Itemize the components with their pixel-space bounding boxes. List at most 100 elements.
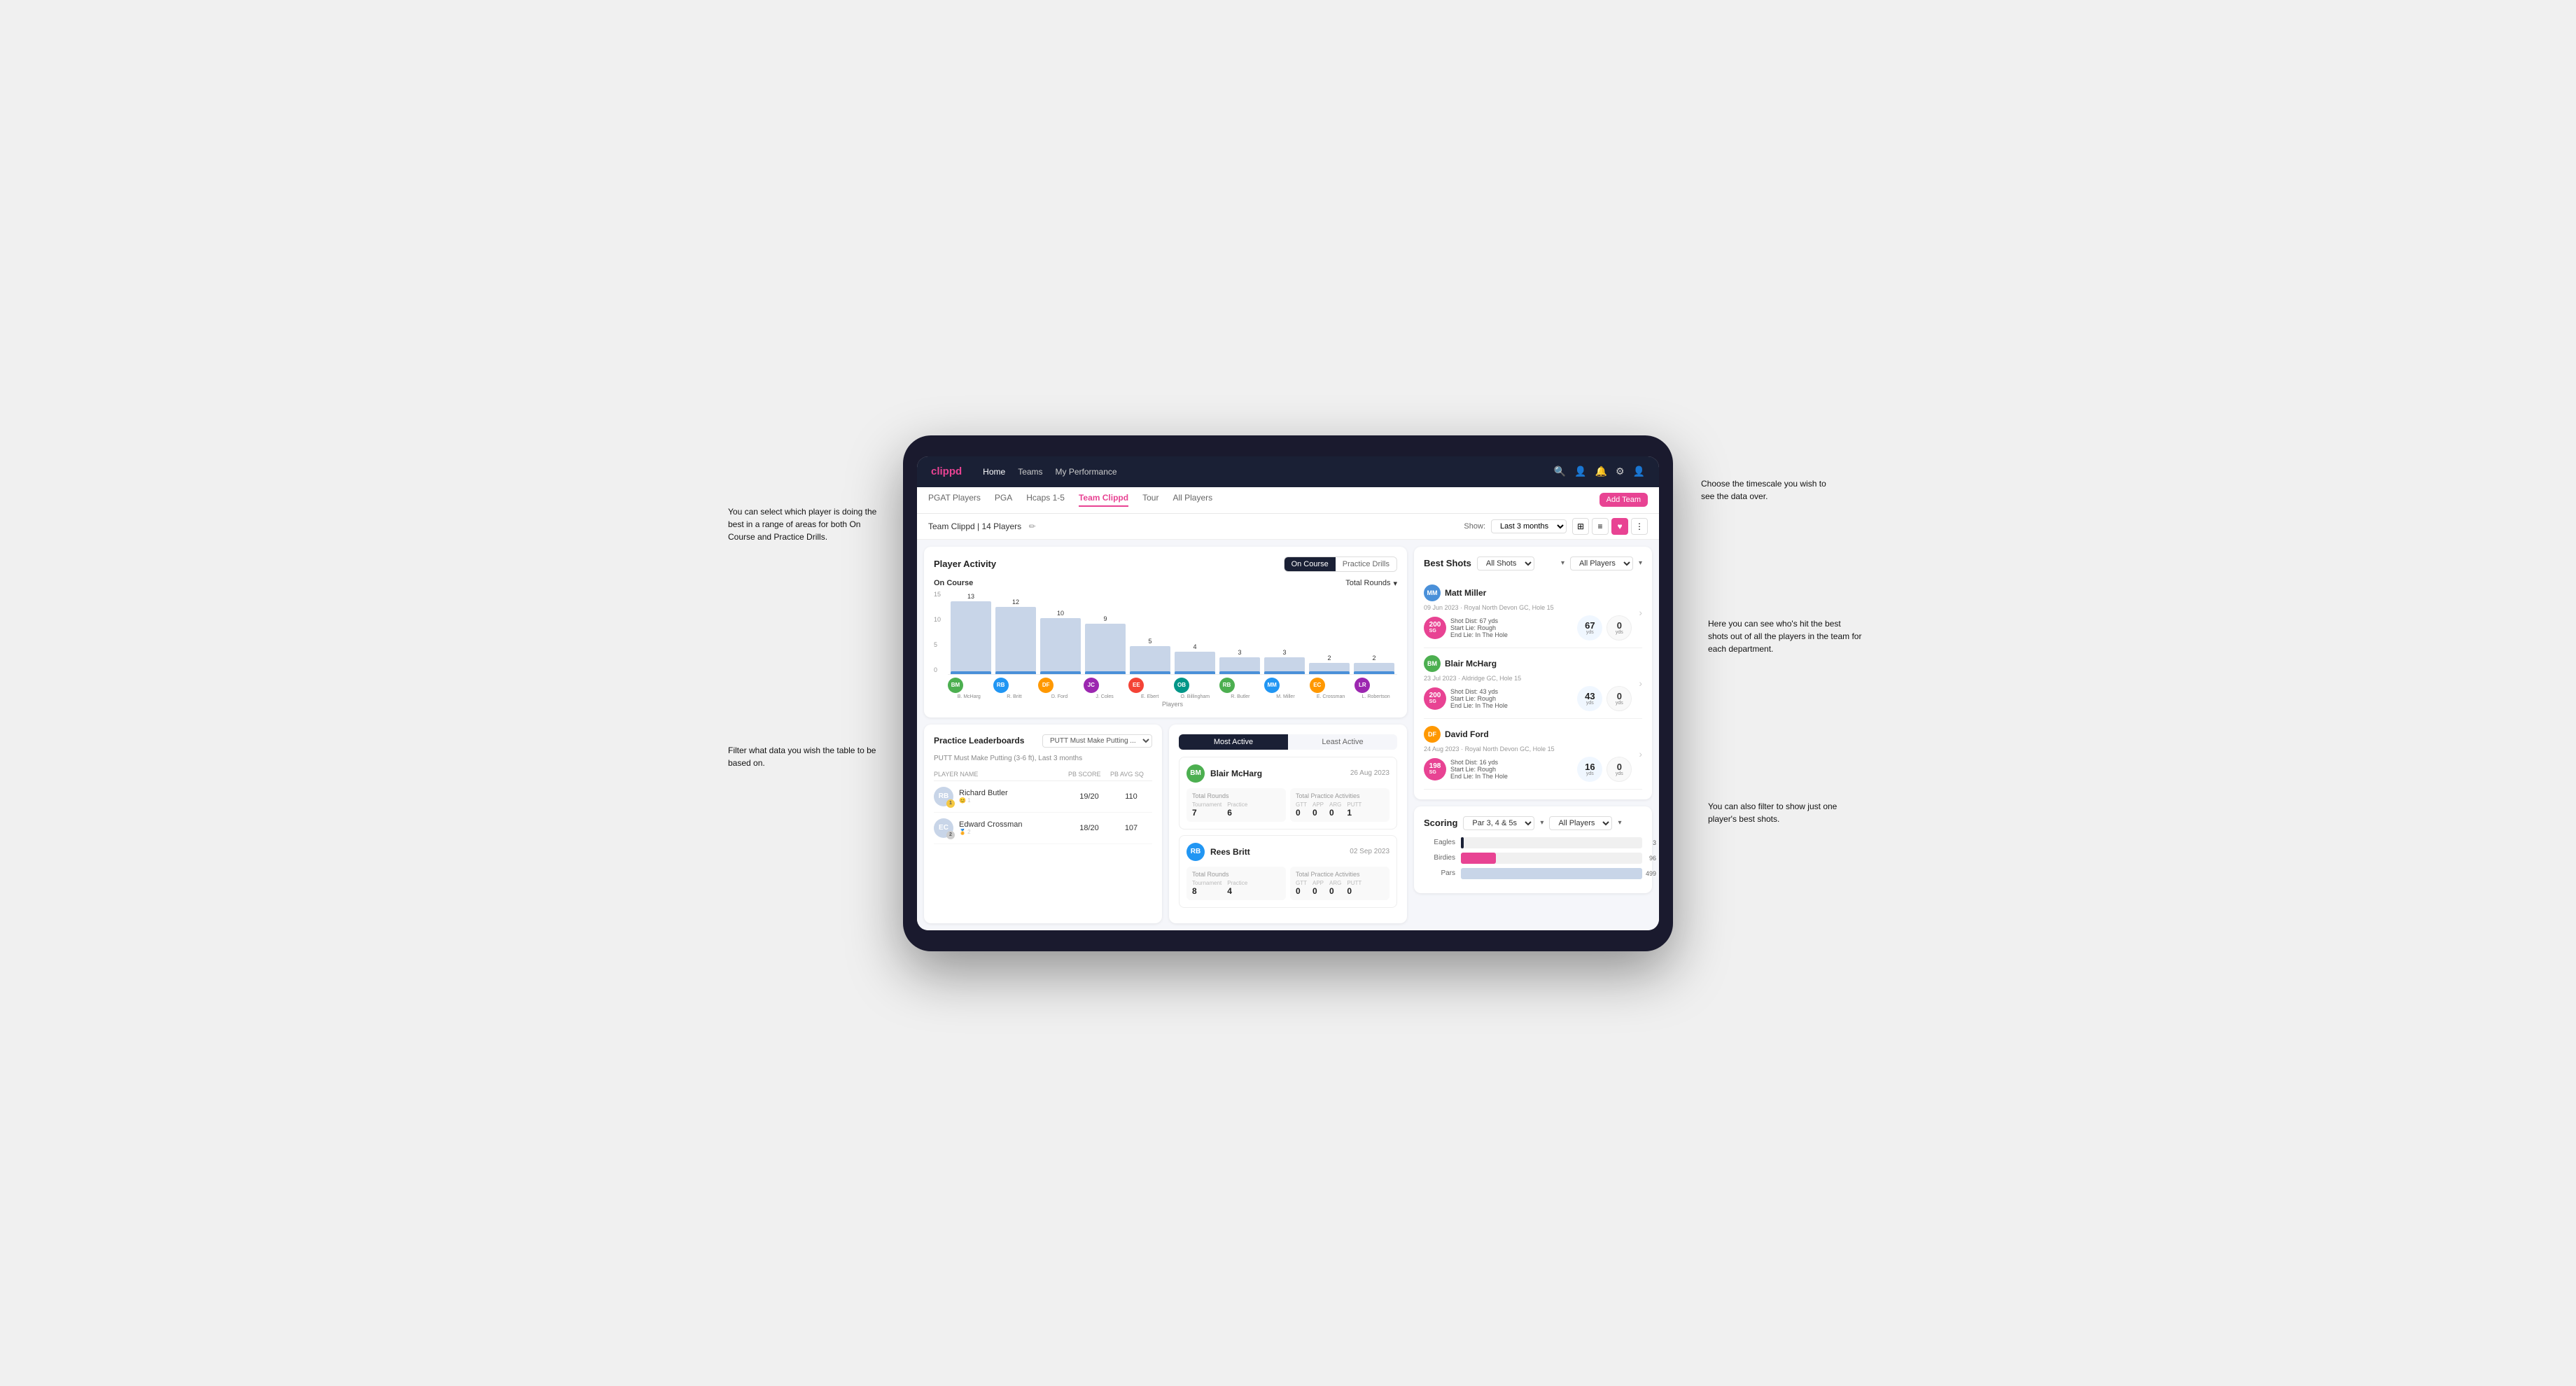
- time-filter-dropdown[interactable]: Last 3 months: [1491, 519, 1567, 533]
- nav-my-performance[interactable]: My Performance: [1056, 467, 1117, 477]
- stat-practice-activities-mcharg: Total Practice Activities GTT 0 APP: [1290, 788, 1390, 822]
- shot-location-miller: 09 Jun 2023 · Royal North Devon GC, Hole…: [1424, 604, 1632, 611]
- all-shots-label: ▾: [1561, 559, 1564, 567]
- shot-name-mcharg: Blair McHarg: [1445, 659, 1497, 668]
- profile-icon[interactable]: 👤: [1633, 465, 1645, 477]
- shot-location-mcharg: 23 Jul 2023 · Aldridge GC, Hole 15: [1424, 675, 1632, 682]
- lb-avatar-crossman: EC 2: [934, 818, 953, 838]
- stat-total-rounds-mcharg: Total Rounds Tournament 7 Practice: [1186, 788, 1286, 822]
- bar-robertson: [1354, 663, 1394, 674]
- shot-metrics-ford: 16 yds 0 yds: [1577, 757, 1632, 782]
- activity-date-britt: 02 Sep 2023: [1350, 848, 1390, 855]
- top-nav: clippd Home Teams My Performance 🔍 👤 🔔 ⚙…: [917, 456, 1659, 487]
- activity-toggle: Most Active Least Active: [1179, 734, 1397, 750]
- scoring-label-pars: Pars: [1424, 869, 1455, 877]
- activity-avatar-britt: RB: [1186, 843, 1205, 861]
- practice-drills-toggle[interactable]: Practice Drills: [1336, 557, 1396, 571]
- bar-group-robertson: 2: [1354, 654, 1394, 674]
- bar-name-coles: JC J. Coles: [1084, 678, 1126, 699]
- bar-group-miller: 3: [1264, 649, 1305, 674]
- col-player-name: PLAYER NAME: [934, 771, 1068, 778]
- settings-icon[interactable]: ⚙: [1616, 465, 1625, 477]
- left-column: Player Activity On Course Practice Drill…: [924, 547, 1407, 923]
- scoring-bar-container-eagles: 3: [1461, 837, 1642, 848]
- search-icon[interactable]: 🔍: [1554, 465, 1566, 477]
- tab-tour[interactable]: Tour: [1142, 493, 1158, 507]
- bar-group-butler: 3: [1219, 649, 1260, 674]
- activity-player-britt: RB Rees Britt 02 Sep 2023 Total Rounds: [1179, 835, 1397, 908]
- scoring-par-dropdown[interactable]: Par 3, 4 & 5s: [1463, 816, 1534, 830]
- bar-butler: [1219, 657, 1260, 674]
- shot-avatar-ford: DF: [1424, 726, 1441, 743]
- shot-dist-info-mcharg: Shot Dist: 43 yds Start Lie: Rough End L…: [1450, 688, 1508, 709]
- activity-name-britt: Rees Britt: [1210, 847, 1250, 857]
- activity-stats-mcharg: Total Rounds Tournament 7 Practice: [1186, 788, 1390, 822]
- bar-group-ebert: 5: [1130, 638, 1170, 674]
- list-view-btn[interactable]: ≡: [1592, 518, 1609, 535]
- leaderboard-dropdown[interactable]: PUTT Must Make Putting ...: [1042, 734, 1152, 748]
- nav-teams[interactable]: Teams: [1018, 467, 1042, 477]
- player-activity-header: Player Activity On Course Practice Drill…: [934, 556, 1397, 572]
- leaderboard-header: Practice Leaderboards PUTT Must Make Put…: [934, 734, 1152, 748]
- lb-player-butler: RB 1 Richard Butler 😊 1: [934, 787, 1068, 806]
- shot-chevron-miller[interactable]: ›: [1639, 607, 1642, 618]
- on-course-toggle[interactable]: On Course: [1284, 557, 1336, 571]
- person-icon[interactable]: 👤: [1574, 465, 1586, 477]
- players-filter-dropdown[interactable]: All Players: [1570, 556, 1633, 570]
- bar-group-mcharg: 13: [951, 593, 991, 674]
- grid-view-btn[interactable]: ⊞: [1572, 518, 1589, 535]
- bar-name-miller: MM M. Miller: [1264, 678, 1307, 699]
- heart-view-btn[interactable]: ♥: [1611, 518, 1628, 535]
- scoring-players-dropdown[interactable]: All Players: [1549, 816, 1612, 830]
- shots-filter-dropdown[interactable]: All Shots: [1477, 556, 1534, 570]
- activity-avatar-mcharg: BM: [1186, 764, 1205, 783]
- shot-row-mcharg: BM Blair McHarg 23 Jul 2023 · Aldridge G…: [1424, 648, 1642, 719]
- tab-team-clippd[interactable]: Team Clippd: [1079, 493, 1128, 507]
- shot-metric-yds-ford: 16 yds: [1577, 757, 1602, 782]
- scoring-card: Scoring Par 3, 4 & 5s ▾ All Players ▾: [1414, 806, 1652, 893]
- shot-avatar-mcharg: BM: [1424, 655, 1441, 672]
- bar-crossman: [1309, 663, 1350, 674]
- practice-leaderboards-card: Practice Leaderboards PUTT Must Make Put…: [924, 724, 1162, 923]
- add-team-button[interactable]: Add Team: [1600, 493, 1648, 507]
- bar-group-coles: 9: [1085, 615, 1126, 674]
- scoring-bar-eagles: [1461, 837, 1464, 848]
- most-active-btn[interactable]: Most Active: [1179, 734, 1288, 750]
- tab-all-players[interactable]: All Players: [1172, 493, 1212, 507]
- on-course-label: On Course: [934, 579, 973, 587]
- lb-row-2: EC 2 Edward Crossman 🏅 2 18/20 10: [934, 813, 1152, 844]
- scoring-bar-pars: [1461, 868, 1642, 879]
- show-label: Show:: [1464, 522, 1485, 531]
- shot-chevron-mcharg[interactable]: ›: [1639, 678, 1642, 689]
- bar-group-crossman: 2: [1309, 654, 1350, 674]
- bar-name-crossman: EC E. Crossman: [1310, 678, 1352, 699]
- bar-britt: [995, 607, 1036, 674]
- shot-metrics-mcharg: 43 yds 0 yds: [1577, 686, 1632, 711]
- bar-miller: [1264, 657, 1305, 674]
- total-rounds-dropdown[interactable]: Total Rounds ▾: [1345, 579, 1397, 588]
- player-activity-title: Player Activity: [934, 559, 996, 569]
- scoring-value-pars: 499: [1646, 870, 1656, 877]
- tab-hcaps[interactable]: Hcaps 1-5: [1026, 493, 1065, 507]
- filter-view-btn[interactable]: ⋮: [1631, 518, 1648, 535]
- bell-icon[interactable]: 🔔: [1595, 465, 1607, 477]
- least-active-btn[interactable]: Least Active: [1288, 734, 1397, 750]
- edit-icon[interactable]: ✏: [1029, 522, 1036, 531]
- nav-home[interactable]: Home: [983, 467, 1005, 477]
- shot-metric-zero-mcharg: 0 yds: [1606, 686, 1632, 711]
- shot-name-miller: Matt Miller: [1445, 588, 1486, 598]
- chart-section: On Course Total Rounds ▾ 15 10: [934, 579, 1397, 708]
- annotation-right-1: Here you can see who's hit the best shot…: [1708, 617, 1862, 655]
- scoring-row-birdies: Birdies 96: [1424, 853, 1642, 864]
- bar-ebert: [1130, 646, 1170, 674]
- leaderboard-subtitle: PUTT Must Make Putting (3-6 ft), Last 3 …: [934, 755, 1152, 762]
- tab-pga[interactable]: PGA: [995, 493, 1012, 507]
- shot-metric-yds-miller: 67 yds: [1577, 615, 1602, 640]
- shot-chevron-ford[interactable]: ›: [1639, 748, 1642, 760]
- bar-names: BM B. McHarg RB R. Britt DF: [948, 678, 1397, 699]
- tab-pgat-players[interactable]: PGAT Players: [928, 493, 981, 507]
- lb-player-crossman: EC 2 Edward Crossman 🏅 2: [934, 818, 1068, 838]
- scoring-header: Scoring Par 3, 4 & 5s ▾ All Players ▾: [1424, 816, 1642, 830]
- bar-name-butler: RB R. Butler: [1219, 678, 1262, 699]
- lb-name-butler: Richard Butler: [959, 789, 1008, 797]
